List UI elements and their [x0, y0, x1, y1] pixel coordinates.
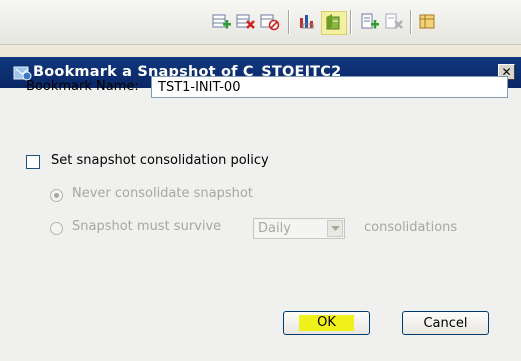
cancel-label: Cancel	[423, 315, 468, 331]
policy-checkbox[interactable]	[26, 155, 40, 169]
survive-frequency-value: Daily	[258, 221, 291, 236]
add-table-icon[interactable]	[210, 11, 234, 33]
table-icon[interactable]	[416, 11, 440, 33]
delete-table-icon[interactable]	[234, 11, 258, 33]
bookmark-name-input[interactable]	[151, 76, 508, 98]
bookmark-name-label: Bookmark Name:	[26, 79, 139, 94]
survive-radio[interactable]	[50, 222, 63, 235]
add-item-icon[interactable]	[358, 11, 382, 33]
ok-button[interactable]: OK	[283, 311, 370, 335]
remove-item-icon[interactable]	[382, 11, 406, 33]
never-consolidate-radio[interactable]	[50, 189, 63, 202]
bookmark-snapshot-icon[interactable]	[321, 11, 347, 35]
disable-icon[interactable]	[258, 11, 282, 33]
chevron-down-icon[interactable]	[327, 220, 343, 237]
chart-icon[interactable]	[296, 11, 320, 33]
consolidations-label: consolidations	[364, 220, 458, 235]
policy-checkbox-label[interactable]: Set snapshot consolidation policy	[51, 153, 269, 168]
toolbar	[0, 0, 521, 45]
survive-label: Snapshot must survive	[72, 219, 222, 234]
never-consolidate-label: Never consolidate snapshot	[72, 186, 253, 201]
ok-label: OK	[299, 315, 354, 331]
cancel-button[interactable]: Cancel	[402, 311, 489, 335]
survive-frequency-select[interactable]: Daily	[253, 218, 345, 239]
